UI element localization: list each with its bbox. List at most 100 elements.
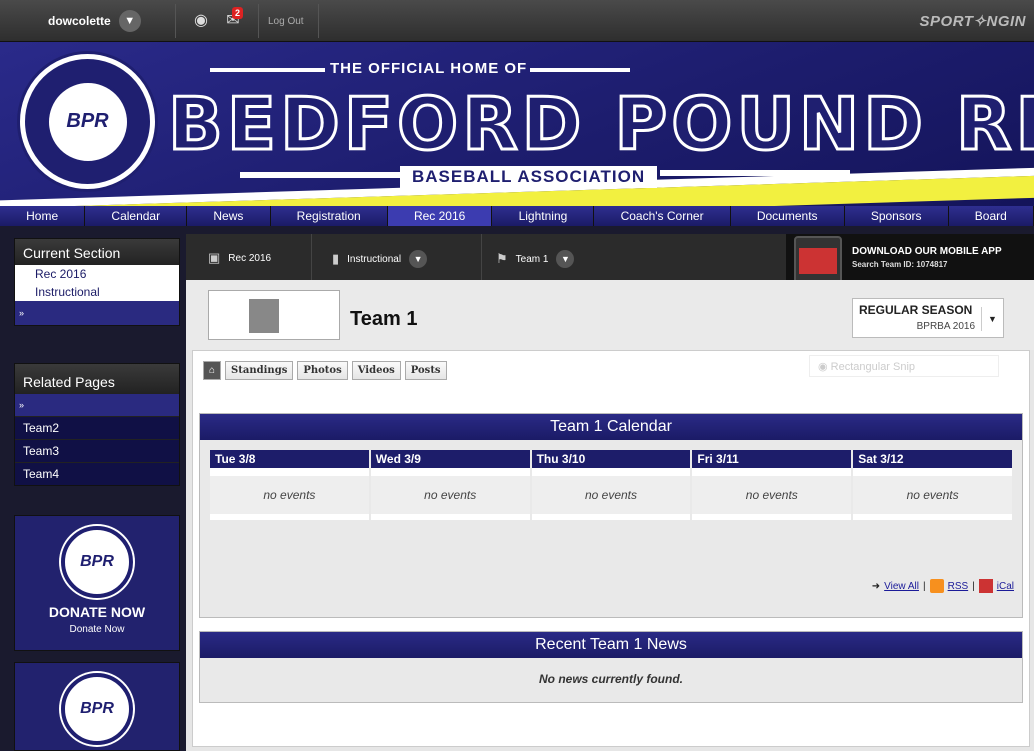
user-menu[interactable]: dowcolette ▼ <box>48 8 141 34</box>
decor-line <box>210 68 325 72</box>
breadcrumb-item[interactable]: ▮ Instructional ▼ <box>332 250 428 268</box>
sidebar-item-team3[interactable]: Team3 <box>15 439 179 462</box>
expand-arrow-icon[interactable]: » <box>15 301 179 325</box>
expand-arrow-icon[interactable]: » <box>15 394 179 416</box>
day-events: no events <box>853 476 1012 514</box>
banner-tagline: THE OFFICIAL HOME OF <box>330 60 528 77</box>
related-pages-title: Related Pages <box>15 364 179 394</box>
decor-line <box>530 68 630 72</box>
breadcrumb-item[interactable]: ▣ Rec 2016 <box>208 250 271 266</box>
logo-text: BPR <box>45 79 130 164</box>
calendar-days: Tue 3/8 no events Wed 3/9 no events Thu … <box>210 450 1012 520</box>
calendar-panel: Team 1 Calendar Tue 3/8 no events Wed 3/… <box>199 413 1023 618</box>
tab-videos[interactable]: Videos <box>351 361 401 380</box>
snip-label: Rectangular Snip <box>830 361 916 373</box>
divider <box>298 234 312 280</box>
nav-item-calendar[interactable]: Calendar <box>85 206 188 226</box>
nav-item-rec-2016[interactable]: Rec 2016 <box>387 206 493 226</box>
tab-standings[interactable]: Standings <box>225 361 294 380</box>
day-events: no events <box>210 476 369 514</box>
day-header: Wed 3/9 <box>370 450 530 468</box>
notification-badge: 2 <box>232 7 244 19</box>
banner-subtitle: BASEBALL ASSOCIATION <box>400 166 658 188</box>
snip-overlay: ◉ Rectangular Snip <box>809 355 999 377</box>
nav-item-coachs-corner[interactable]: Coach's Corner <box>594 206 731 226</box>
arrow-right-icon: ➜ <box>871 580 881 592</box>
calendar-day: Sat 3/12 no events <box>853 450 1012 520</box>
rss-link[interactable]: RSS <box>948 581 969 592</box>
day-header: Sat 3/12 <box>853 450 1012 468</box>
team-header: Team 1 REGULAR SEASON BPRBA 2016 ▼ <box>186 280 1034 350</box>
day-events: no events <box>692 476 852 514</box>
tab-photos[interactable]: Photos <box>297 361 348 380</box>
news-panel: Recent Team 1 News No news currently fou… <box>199 631 1023 703</box>
flag-icon <box>249 299 279 333</box>
top-bar: dowcolette ▼ ◉ ✉ 2 Log Out SPORT✧NGIN <box>0 0 1034 42</box>
chevron-down-icon[interactable]: ▼ <box>409 250 428 268</box>
donate-title[interactable]: DONATE NOW <box>15 604 179 620</box>
nav-item-sponsors[interactable]: Sponsors <box>845 206 949 226</box>
breadcrumb-label: Team 1 <box>515 253 549 265</box>
divider <box>318 4 319 38</box>
flag-icon: ⚑ <box>496 251 508 266</box>
calendar-icon[interactable] <box>978 579 993 593</box>
globe-icon[interactable]: ◉ <box>190 10 212 32</box>
day-header: Fri 3/11 <box>692 450 852 468</box>
site-banner: BPR THE OFFICIAL HOME OF BEDFORD POUND R… <box>0 42 1034 206</box>
home-icon[interactable]: ⌂ <box>203 361 222 380</box>
nav-item-lightning[interactable]: Lightning <box>492 206 595 226</box>
team-logo <box>208 290 340 340</box>
current-section-box: Current Section Rec 2016 Instructional » <box>14 238 180 326</box>
sponsor-ad[interactable]: BPR <box>14 662 180 751</box>
mobile-app-promo[interactable]: DOWNLOAD OUR MOBILE APP Search Team ID: … <box>786 234 1034 286</box>
breadcrumb-item[interactable]: ⚑ Team 1 ▼ <box>496 250 575 268</box>
nav-item-documents[interactable]: Documents <box>731 206 845 226</box>
divider <box>258 4 259 38</box>
chevron-down-icon[interactable]: ▼ <box>556 250 575 268</box>
chevron-down-icon[interactable]: ▼ <box>118 10 141 32</box>
ical-link[interactable]: iCal <box>997 581 1014 592</box>
decor-line <box>660 170 850 176</box>
tab-posts[interactable]: Posts <box>404 361 447 380</box>
rss-icon[interactable] <box>929 579 944 593</box>
calendar-day: Tue 3/8 no events <box>210 450 369 520</box>
donate-ad[interactable]: BPR DONATE NOW Donate Now <box>14 515 180 651</box>
banner-title: BEDFORD POUND RIDGE <box>166 81 1034 168</box>
bpr-logo: BPR <box>61 526 133 598</box>
divider <box>175 4 176 38</box>
app-promo-subtitle: Search Team ID: 1074817 <box>852 260 948 269</box>
breadcrumb: ▣ Rec 2016 ▮ Instructional ▼ ⚑ Team 1 ▼ … <box>186 234 1034 286</box>
columns-icon: ▮ <box>332 251 340 266</box>
day-header: Tue 3/8 <box>210 450 369 468</box>
nav-item-board[interactable]: Board <box>949 206 1034 226</box>
day-events: no events <box>370 476 530 514</box>
season-sub: BPRBA 2016 <box>916 321 975 332</box>
page-title: Team 1 <box>350 308 418 330</box>
nav-item-registration[interactable]: Registration <box>271 206 388 226</box>
chevron-down-icon[interactable]: ▼ <box>981 307 1003 331</box>
nav-item-home[interactable]: Home <box>0 206 86 226</box>
calendar-title: Team 1 Calendar <box>200 414 1022 440</box>
sidebar-item-team4[interactable]: Team4 <box>15 462 179 485</box>
sportngin-logo[interactable]: SPORT✧NGIN <box>920 12 1026 30</box>
view-all-link[interactable]: View All <box>884 581 919 592</box>
calendar-feeds: ➜ View All | RSS | iCal <box>872 579 1014 593</box>
separator: | <box>972 580 975 592</box>
phone-icon <box>794 236 842 286</box>
sidebar-item-rec-2016[interactable]: Rec 2016 <box>15 265 179 283</box>
sidebar-item-instructional[interactable]: Instructional <box>15 283 179 301</box>
nav-item-news[interactable]: News <box>187 206 271 226</box>
content-area: ⌂ Standings Photos Videos Posts ◉ Rectan… <box>192 350 1030 747</box>
calendar-day: Fri 3/11 no events <box>692 450 852 520</box>
logout-link[interactable]: Log Out <box>268 16 304 27</box>
shield-icon: ▣ <box>208 250 221 265</box>
day-header: Thu 3/10 <box>531 450 691 468</box>
day-events: no events <box>531 476 691 514</box>
sidebar-item-team2[interactable]: Team2 <box>15 416 179 439</box>
news-title: Recent Team 1 News <box>200 632 1022 658</box>
bpr-logo[interactable]: BPR <box>20 54 155 189</box>
donate-link[interactable]: Donate Now <box>15 624 179 635</box>
main-content: ▣ Rec 2016 ▮ Instructional ▼ ⚑ Team 1 ▼ … <box>186 234 1034 751</box>
season-selector[interactable]: REGULAR SEASON BPRBA 2016 ▼ <box>852 298 1004 338</box>
main-nav: Home Calendar News Registration Rec 2016… <box>0 206 1034 226</box>
